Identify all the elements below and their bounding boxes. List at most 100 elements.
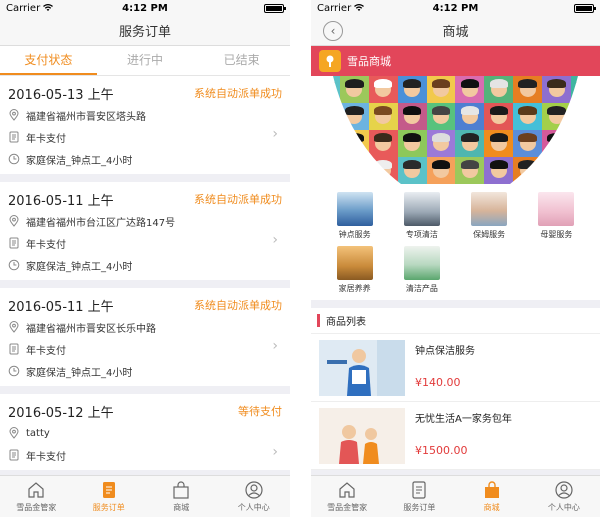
location-pin-icon xyxy=(9,321,19,333)
tabbar-home[interactable]: 雪品金管家 xyxy=(311,476,383,517)
tab-bar: 雪品金管家 服务订单 商城 个人中心 xyxy=(0,475,290,517)
order-payment: 年卡支付 xyxy=(26,451,66,463)
product-list-header: 商品列表 xyxy=(311,308,600,334)
tabbar-label: 服务订单 xyxy=(403,503,436,512)
tabbar-label: 商城 xyxy=(173,503,190,512)
section-accent-bar xyxy=(317,314,320,327)
order-status: 系统自动派单成功 xyxy=(194,193,282,206)
chevron-right-icon: › xyxy=(272,232,278,248)
tabbar-label: 个人中心 xyxy=(547,503,580,512)
category-cleaning-products[interactable]: 清洁产品 xyxy=(388,246,455,294)
tabbar-orders[interactable]: 服务订单 xyxy=(73,476,146,517)
order-tabs: 支付状态 进行中 已结束 xyxy=(0,46,290,76)
banner-mask xyxy=(311,76,600,184)
home-icon xyxy=(339,482,355,498)
chevron-right-icon: › xyxy=(272,444,278,460)
order-date: 2016-05-11 上午 xyxy=(8,299,114,315)
clock-icon xyxy=(8,153,20,165)
tabbar-shop[interactable]: 商城 xyxy=(145,476,218,517)
category-label: 钟点服务 xyxy=(338,230,371,239)
order-card[interactable]: 2016-05-13 上午 系统自动派单成功 福建省福州市晋安区塔头路 年卡支付… xyxy=(0,76,290,174)
order-status: 等待支付 xyxy=(238,405,282,418)
receipt-icon xyxy=(9,343,19,355)
tabbar-label: 雪品金管家 xyxy=(16,503,57,512)
clock: 4:12 PM xyxy=(432,2,479,14)
category-label: 母婴服务 xyxy=(540,230,573,239)
order-list-icon xyxy=(102,482,115,498)
tabbar-label: 雪品金管家 xyxy=(327,503,368,512)
page-title: 商城 xyxy=(442,25,469,40)
location-pin-icon xyxy=(9,109,19,121)
product-name: 钟点保洁服务 xyxy=(415,346,475,357)
category-image xyxy=(336,246,373,280)
order-date: 2016-05-13 上午 xyxy=(8,87,114,103)
battery-icon xyxy=(264,3,286,13)
category-home-maintenance[interactable]: 家居养养 xyxy=(321,246,388,294)
tabbar-home[interactable]: 雪品金管家 xyxy=(0,476,73,517)
category-grid: 钟点服务 专项清洁 保姆服务 母婴服务 家居养养 清洁产品 xyxy=(311,184,600,300)
category-image xyxy=(336,192,373,226)
order-service: 家庭保洁_钟点工_4小时 xyxy=(26,155,133,167)
receipt-icon xyxy=(9,237,19,249)
tab-in-progress[interactable]: 进行中 xyxy=(97,46,194,75)
page-title: 服务订单 xyxy=(118,25,171,40)
chevron-right-icon: › xyxy=(272,338,278,354)
tab-finished[interactable]: 已结束 xyxy=(193,46,290,75)
category-image xyxy=(403,246,440,280)
category-label: 保姆服务 xyxy=(473,230,506,239)
tabbar-label: 个人中心 xyxy=(237,503,270,512)
banner-image[interactable] xyxy=(311,76,600,184)
category-image xyxy=(471,192,508,226)
order-list: 2016-05-13 上午 系统自动派单成功 福建省福州市晋安区塔头路 年卡支付… xyxy=(0,76,290,475)
category-maternity-service[interactable]: 母婴服务 xyxy=(523,192,590,240)
category-image xyxy=(538,192,575,226)
tabbar-profile[interactable]: 个人中心 xyxy=(528,476,600,517)
clock-icon xyxy=(8,365,20,377)
tabbar-orders[interactable]: 服务订单 xyxy=(383,476,455,517)
tab-payment-status[interactable]: 支付状态 xyxy=(0,46,97,75)
shop-screen: Carrier 4:12 PM ‹ 商城 雪品商城 钟点服务 专项清洁 保姆服务… xyxy=(311,0,600,517)
chevron-right-icon: › xyxy=(272,126,278,142)
order-address: tatty xyxy=(26,427,50,439)
tabbar-shop[interactable]: 商城 xyxy=(456,476,528,517)
order-card[interactable]: 2016-05-12 上午 等待支付 tatty 年卡支付 › xyxy=(0,394,290,470)
order-address: 福建省福州市晋安区塔头路 xyxy=(26,111,146,123)
category-image xyxy=(403,192,440,226)
order-date: 2016-05-12 上午 xyxy=(8,405,114,421)
tab-bar: 雪品金管家 服务订单 商城 个人中心 xyxy=(311,475,600,517)
order-address: 福建省福州市晋安区长乐中路 xyxy=(26,323,156,335)
section-title: 商品列表 xyxy=(326,317,366,328)
home-icon xyxy=(28,482,44,498)
product-item[interactable]: 无忧生活A一家务包年 ¥1500.00 xyxy=(311,402,600,470)
product-name: 无忧生活A一家务包年 xyxy=(415,414,512,425)
category-special-cleaning[interactable]: 专项清洁 xyxy=(388,192,455,240)
order-card[interactable]: 2016-05-11 上午 系统自动派单成功 福建省福州市晋安区长乐中路 年卡支… xyxy=(0,288,290,386)
product-item[interactable]: 钟点保洁服务 ¥140.00 xyxy=(311,334,600,402)
order-list-icon xyxy=(412,481,426,499)
product-price: ¥1500.00 xyxy=(415,444,468,457)
shop-header: 雪品商城 xyxy=(311,46,600,76)
shopping-bag-icon xyxy=(484,481,499,498)
battery-icon xyxy=(574,3,596,13)
clock-icon xyxy=(8,259,20,271)
order-status: 系统自动派单成功 xyxy=(194,87,282,100)
tabbar-label: 服务订单 xyxy=(92,503,125,512)
order-date: 2016-05-11 上午 xyxy=(8,193,114,209)
tabbar-profile[interactable]: 个人中心 xyxy=(218,476,291,517)
category-label: 清洁产品 xyxy=(405,284,438,293)
back-button[interactable]: ‹ xyxy=(323,21,343,41)
order-status: 系统自动派单成功 xyxy=(194,299,282,312)
product-price: ¥140.00 xyxy=(415,376,461,389)
product-image xyxy=(319,408,405,464)
status-bar: Carrier 4:12 PM xyxy=(0,0,290,16)
shopping-bag-icon xyxy=(173,481,189,499)
product-image xyxy=(319,340,405,396)
category-nanny-service[interactable]: 保姆服务 xyxy=(456,192,523,240)
user-icon xyxy=(245,481,263,499)
order-card[interactable]: 2016-05-11 上午 系统自动派单成功 福建省福州市台江区广达路147号 … xyxy=(0,182,290,280)
category-hourly-service[interactable]: 钟点服务 xyxy=(321,192,388,240)
shop-name: 雪品商城 xyxy=(347,55,391,68)
order-payment: 年卡支付 xyxy=(26,133,66,145)
status-bar: Carrier 4:12 PM xyxy=(311,0,600,16)
clock: 4:12 PM xyxy=(122,2,168,14)
